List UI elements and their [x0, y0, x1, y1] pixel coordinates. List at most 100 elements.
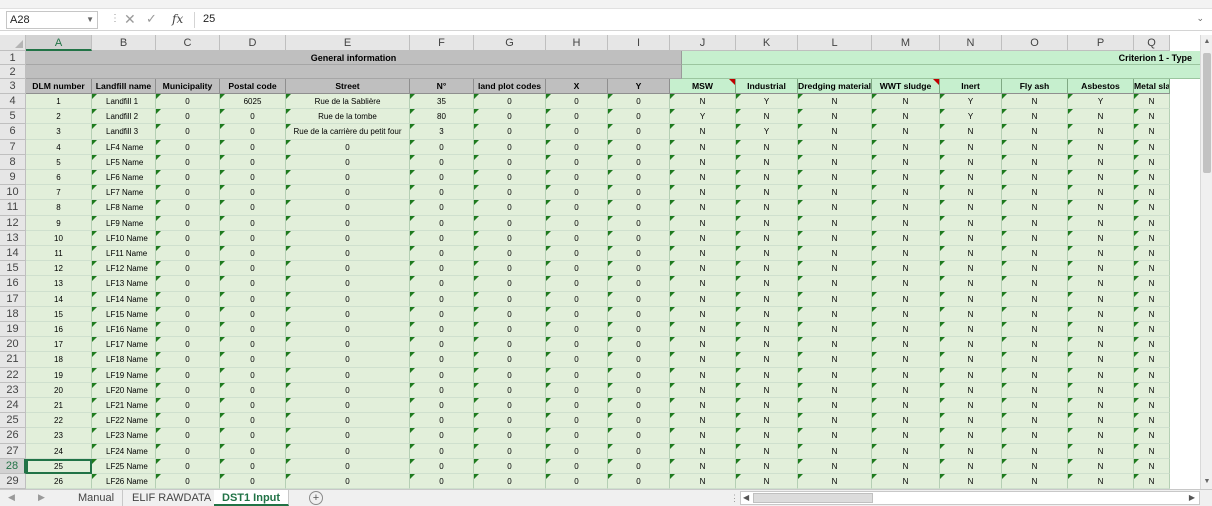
column-header-q[interactable]: Q	[1134, 35, 1170, 51]
table-cell[interactable]: N	[1134, 261, 1170, 277]
table-cell[interactable]: Rue de la carrière du petit four	[286, 124, 410, 140]
table-cell[interactable]: N	[1068, 185, 1134, 201]
row-header-22[interactable]: 22	[0, 367, 26, 383]
column-header-e[interactable]: E	[286, 35, 410, 51]
table-cell[interactable]: N	[940, 261, 1002, 277]
table-cell[interactable]: N	[1002, 352, 1068, 368]
table-cell[interactable]: 0	[220, 261, 286, 277]
row-header-21[interactable]: 21	[0, 352, 26, 368]
table-cell[interactable]: N	[1068, 246, 1134, 262]
table-cell[interactable]: N	[670, 246, 736, 262]
table-cell[interactable]: 0	[286, 291, 410, 307]
table-cell[interactable]: N	[736, 154, 798, 170]
table-cell[interactable]: N	[872, 474, 940, 489]
table-cell[interactable]: N	[1134, 109, 1170, 125]
column-title-cell[interactable]: DLM number	[26, 79, 92, 94]
table-cell[interactable]: 7	[26, 185, 92, 201]
table-cell[interactable]: N	[872, 367, 940, 383]
table-cell[interactable]: 0	[156, 443, 220, 459]
table-cell[interactable]: N	[1068, 322, 1134, 338]
table-cell[interactable]: 0	[220, 154, 286, 170]
table-cell[interactable]: LF5 Name	[92, 154, 156, 170]
table-cell[interactable]: 0	[608, 154, 670, 170]
table-cell[interactable]: 0	[220, 230, 286, 246]
column-header-i[interactable]: I	[608, 35, 670, 51]
table-cell[interactable]: N	[670, 154, 736, 170]
table-cell[interactable]: N	[736, 337, 798, 353]
column-header-l[interactable]: L	[798, 35, 872, 51]
table-cell[interactable]: N	[670, 170, 736, 186]
table-cell[interactable]: N	[940, 413, 1002, 429]
table-cell[interactable]: N	[736, 443, 798, 459]
row-header-6[interactable]: 6	[0, 124, 26, 140]
table-cell[interactable]: N	[798, 458, 872, 474]
table-cell[interactable]: 0	[546, 246, 608, 262]
table-cell[interactable]: 0	[220, 215, 286, 231]
table-cell[interactable]: N	[670, 428, 736, 444]
table-cell[interactable]: LF8 Name	[92, 200, 156, 216]
table-cell[interactable]: 0	[220, 276, 286, 292]
table-cell[interactable]: N	[670, 322, 736, 338]
row-header-11[interactable]: 11	[0, 200, 26, 216]
table-cell[interactable]: N	[670, 94, 736, 110]
table-cell[interactable]: N	[1002, 443, 1068, 459]
table-cell[interactable]: N	[1068, 109, 1134, 125]
table-cell[interactable]: 0	[156, 139, 220, 155]
column-header-g[interactable]: G	[474, 35, 546, 51]
table-cell[interactable]: N	[798, 367, 872, 383]
table-cell[interactable]: 0	[608, 382, 670, 398]
row-header-1[interactable]: 1	[0, 51, 26, 65]
row-header-23[interactable]: 23	[0, 382, 26, 398]
table-cell[interactable]: 0	[608, 185, 670, 201]
table-cell[interactable]: 0	[410, 398, 474, 414]
column-title-cell[interactable]: WWT sludge	[872, 79, 940, 94]
table-cell[interactable]: 0	[546, 458, 608, 474]
table-cell[interactable]: N	[1134, 185, 1170, 201]
name-box[interactable]: A28 ▼	[6, 11, 98, 29]
table-cell[interactable]: N	[1134, 215, 1170, 231]
table-cell[interactable]: 0	[410, 185, 474, 201]
table-cell[interactable]: 0	[410, 306, 474, 322]
row-header-26[interactable]: 26	[0, 428, 26, 444]
table-cell[interactable]: 0	[546, 94, 608, 110]
table-cell[interactable]: 0	[220, 185, 286, 201]
row-header-28[interactable]: 28	[0, 458, 26, 474]
table-cell[interactable]: N	[1068, 443, 1134, 459]
table-cell[interactable]: LF13 Name	[92, 276, 156, 292]
table-cell[interactable]: 0	[474, 382, 546, 398]
column-header-j[interactable]: J	[670, 35, 736, 51]
table-cell[interactable]: 0	[286, 367, 410, 383]
sheet-tab[interactable]: DST1 Input	[214, 490, 290, 506]
table-cell[interactable]: 0	[410, 322, 474, 338]
scroll-right-icon[interactable]: ▶	[1189, 492, 1195, 504]
table-cell[interactable]: N	[670, 458, 736, 474]
table-cell[interactable]: N	[670, 124, 736, 140]
table-cell[interactable]: N	[670, 185, 736, 201]
table-cell[interactable]: 0	[156, 230, 220, 246]
table-cell[interactable]: 0	[156, 322, 220, 338]
table-cell[interactable]: N	[1068, 474, 1134, 489]
column-title-cell[interactable]: Y	[608, 79, 670, 94]
table-cell[interactable]: N	[940, 246, 1002, 262]
table-cell[interactable]: N	[670, 306, 736, 322]
table-cell[interactable]: LF10 Name	[92, 230, 156, 246]
table-cell[interactable]: 0	[156, 215, 220, 231]
table-cell[interactable]: 0	[410, 261, 474, 277]
row-header-3[interactable]: 3	[0, 79, 26, 94]
column-title-cell[interactable]: Metal sla	[1134, 79, 1170, 94]
table-cell[interactable]: 0	[286, 458, 410, 474]
table-cell[interactable]: N	[872, 261, 940, 277]
column-title-cell[interactable]: X	[546, 79, 608, 94]
table-cell[interactable]: 1	[26, 94, 92, 110]
row-header-9[interactable]: 9	[0, 170, 26, 186]
table-cell[interactable]: 0	[410, 458, 474, 474]
table-cell[interactable]: LF25 Name	[92, 458, 156, 474]
table-cell[interactable]: 0	[474, 261, 546, 277]
tab-splitter-icon[interactable]: ⋮	[730, 493, 739, 504]
table-cell[interactable]: N	[670, 443, 736, 459]
table-cell[interactable]: N	[736, 322, 798, 338]
table-cell[interactable]: N	[736, 170, 798, 186]
column-title-cell[interactable]: Asbestos	[1068, 79, 1134, 94]
table-cell[interactable]: N	[798, 337, 872, 353]
table-cell[interactable]: N	[798, 398, 872, 414]
